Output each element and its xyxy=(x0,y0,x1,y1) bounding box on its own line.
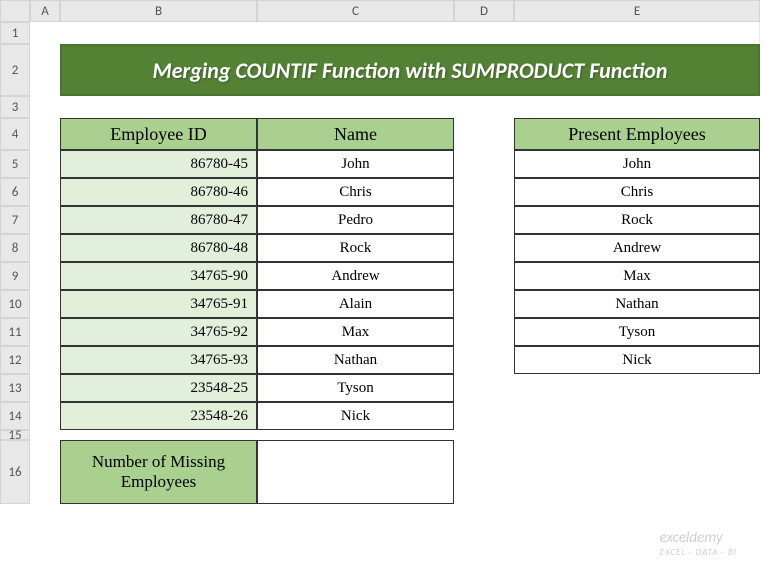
row-header-4[interactable]: 4 xyxy=(0,118,30,150)
header-employee-id: Employee ID xyxy=(60,118,257,150)
cell-employee-id[interactable]: 86780-48 xyxy=(60,234,257,262)
col-header-c[interactable]: C xyxy=(257,0,454,22)
watermark-main: exceldemy xyxy=(660,529,723,547)
cell-d8[interactable] xyxy=(454,234,514,262)
cell-d5[interactable] xyxy=(454,150,514,178)
cell-employee-name[interactable]: Tyson xyxy=(257,374,454,402)
cell-employee-id[interactable]: 23548-25 xyxy=(60,374,257,402)
cell-a10[interactable] xyxy=(30,290,60,318)
cell-employee-id[interactable]: 34765-92 xyxy=(60,318,257,346)
row-header-3[interactable]: 3 xyxy=(0,96,30,118)
cell-present-employee[interactable]: Chris xyxy=(514,178,760,206)
row-header-9[interactable]: 9 xyxy=(0,262,30,290)
header-present: Present Employees xyxy=(514,118,760,150)
cell-employee-id[interactable]: 86780-46 xyxy=(60,178,257,206)
row-header-13[interactable]: 13 xyxy=(0,374,30,402)
cell-d7[interactable] xyxy=(454,206,514,234)
col-header-e[interactable]: E xyxy=(514,0,760,22)
cell-d13[interactable] xyxy=(454,374,514,402)
row-header-8[interactable]: 8 xyxy=(0,234,30,262)
cell-a12[interactable] xyxy=(30,346,60,374)
row-header-16[interactable]: 16 xyxy=(0,440,30,504)
cell-d4[interactable] xyxy=(454,118,514,150)
cell-row-15[interactable] xyxy=(30,430,760,440)
cell-e13[interactable] xyxy=(514,374,760,402)
cell-employee-name[interactable]: Pedro xyxy=(257,206,454,234)
cell-a7[interactable] xyxy=(30,206,60,234)
cell-a6[interactable] xyxy=(30,178,60,206)
row-header-5[interactable]: 5 xyxy=(0,150,30,178)
cell-d9[interactable] xyxy=(454,262,514,290)
header-name: Name xyxy=(257,118,454,150)
cell-present-employee[interactable]: Rock xyxy=(514,206,760,234)
row-header-2[interactable]: 2 xyxy=(0,44,30,96)
row-header-1[interactable]: 1 xyxy=(0,22,30,44)
cell-employee-id[interactable]: 34765-90 xyxy=(60,262,257,290)
row-header-10[interactable]: 10 xyxy=(0,290,30,318)
cell-present-employee[interactable]: Tyson xyxy=(514,318,760,346)
cell-row-3[interactable] xyxy=(30,96,760,118)
cell-row-1[interactable] xyxy=(30,22,760,44)
cell-a8[interactable] xyxy=(30,234,60,262)
col-header-a[interactable]: A xyxy=(30,0,60,22)
row-header-14[interactable]: 14 xyxy=(0,402,30,430)
page-title: Merging COUNTIF Function with SUMPRODUCT… xyxy=(60,44,760,96)
cell-d14[interactable] xyxy=(454,402,514,430)
row-header-12[interactable]: 12 xyxy=(0,346,30,374)
cell-employee-name[interactable]: John xyxy=(257,150,454,178)
row-header-7[interactable]: 7 xyxy=(0,206,30,234)
cell-employee-id[interactable]: 86780-45 xyxy=(60,150,257,178)
cell-a9[interactable] xyxy=(30,262,60,290)
cell-a4[interactable] xyxy=(30,118,60,150)
cell-employee-name[interactable]: Nick xyxy=(257,402,454,430)
cell-a14[interactable] xyxy=(30,402,60,430)
cell-employee-name[interactable]: Alain xyxy=(257,290,454,318)
col-header-b[interactable]: B xyxy=(60,0,257,22)
cell-d10[interactable] xyxy=(454,290,514,318)
col-header-d[interactable]: D xyxy=(454,0,514,22)
watermark: exceldemy EXCEL · DATA · BI xyxy=(660,529,737,558)
cell-employee-id[interactable]: 23548-26 xyxy=(60,402,257,430)
cell-d12[interactable] xyxy=(454,346,514,374)
cell-employee-name[interactable]: Chris xyxy=(257,178,454,206)
cell-a5[interactable] xyxy=(30,150,60,178)
cell-employee-name[interactable]: Nathan xyxy=(257,346,454,374)
cell-employee-name[interactable]: Rock xyxy=(257,234,454,262)
cell-e16[interactable] xyxy=(514,440,760,504)
cell-a16[interactable] xyxy=(30,440,60,504)
cell-d11[interactable] xyxy=(454,318,514,346)
cell-present-employee[interactable]: Andrew xyxy=(514,234,760,262)
cell-e14[interactable] xyxy=(514,402,760,430)
missing-employees-value[interactable] xyxy=(257,440,454,504)
cell-employee-id[interactable]: 86780-47 xyxy=(60,206,257,234)
cell-employee-name[interactable]: Max xyxy=(257,318,454,346)
cell-present-employee[interactable]: Nick xyxy=(514,346,760,374)
cell-d6[interactable] xyxy=(454,178,514,206)
cell-employee-id[interactable]: 34765-93 xyxy=(60,346,257,374)
cell-employee-id[interactable]: 34765-91 xyxy=(60,290,257,318)
cell-present-employee[interactable]: Max xyxy=(514,262,760,290)
cell-employee-name[interactable]: Andrew xyxy=(257,262,454,290)
row-header-15[interactable]: 15 xyxy=(0,430,30,440)
missing-employees-label: Number of Missing Employees xyxy=(60,440,257,504)
cell-a13[interactable] xyxy=(30,374,60,402)
corner-cell xyxy=(0,0,30,22)
cell-d16[interactable] xyxy=(454,440,514,504)
row-header-6[interactable]: 6 xyxy=(0,178,30,206)
cell-a2[interactable] xyxy=(30,44,60,96)
row-header-11[interactable]: 11 xyxy=(0,318,30,346)
watermark-sub: EXCEL · DATA · BI xyxy=(660,547,737,558)
cell-a11[interactable] xyxy=(30,318,60,346)
cell-present-employee[interactable]: Nathan xyxy=(514,290,760,318)
cell-present-employee[interactable]: John xyxy=(514,150,760,178)
